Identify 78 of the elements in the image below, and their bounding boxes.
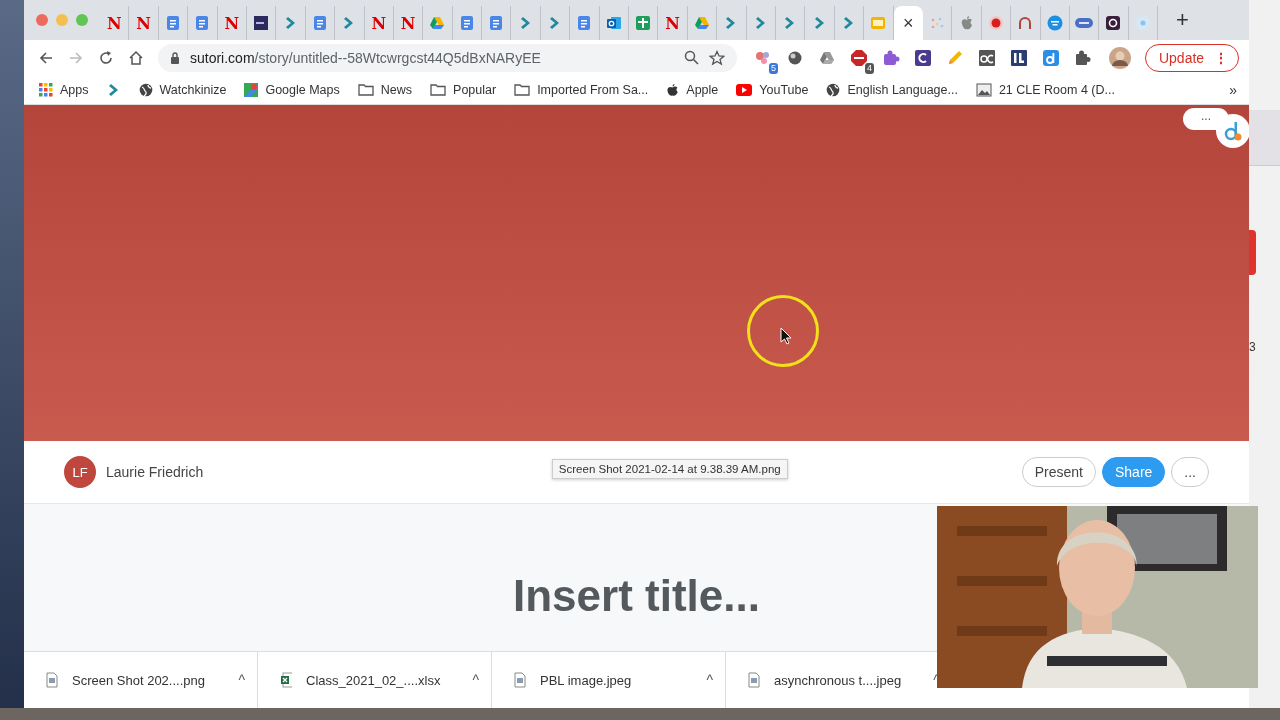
- author-avatar: LF: [64, 456, 96, 488]
- mail-icon: [605, 15, 622, 31]
- arch-icon: [1017, 15, 1034, 31]
- options-button[interactable]: ...: [1171, 457, 1209, 487]
- triangle-logo-icon: [429, 15, 446, 31]
- square-icon: [253, 15, 270, 31]
- bookmark[interactable]: Google Maps: [244, 82, 340, 97]
- bookmark[interactable]: YouTube: [736, 82, 809, 97]
- zoom-icon[interactable]: [683, 50, 699, 65]
- document-icon: [576, 15, 593, 31]
- zoom-window-button[interactable]: [76, 14, 88, 26]
- slides-icon: [870, 15, 887, 31]
- bookmark[interactable]: Watchkinize: [138, 82, 227, 97]
- extension-icon[interactable]: [1215, 113, 1249, 149]
- file-icon: [748, 672, 760, 688]
- file-icon: [514, 672, 526, 688]
- globe-icon: [138, 82, 153, 97]
- circle-icon: [1134, 15, 1151, 31]
- folder-icon: [430, 83, 447, 96]
- letter-d-icon: [1041, 48, 1060, 67]
- new-tab-button[interactable]: +: [1172, 9, 1193, 31]
- spreadsheet-file-icon: [280, 672, 292, 688]
- spreadsheet-icon: [635, 15, 652, 31]
- home-icon[interactable]: [128, 49, 144, 66]
- image-icon: [975, 82, 992, 97]
- window-text: 3: [1249, 340, 1256, 354]
- play-icon: [736, 83, 753, 96]
- title-field[interactable]: Insert title...: [513, 570, 760, 622]
- browser-tab[interactable]: ×: [893, 6, 923, 40]
- letter-c-icon: [913, 48, 932, 67]
- record-icon: [987, 15, 1004, 31]
- folder-icon: [357, 83, 374, 96]
- bookmark[interactable]: News: [357, 82, 413, 97]
- apple-icon: [666, 82, 680, 97]
- close-window-button[interactable]: [36, 14, 48, 26]
- document-icon: [458, 15, 475, 31]
- circle-lines-icon: [1046, 15, 1063, 31]
- update-button[interactable]: Update ⋮: [1144, 43, 1239, 72]
- triangle-logo-icon: [694, 15, 710, 31]
- apps-grid-icon: [39, 82, 53, 97]
- forward-icon[interactable]: [68, 49, 84, 66]
- pill-icon: [1074, 15, 1095, 31]
- dots-icon: [929, 15, 946, 31]
- globe-icon: [826, 82, 841, 97]
- extension-badge: 4: [864, 62, 874, 74]
- bookmark[interactable]: Apps: [39, 82, 89, 97]
- map-icon: [244, 82, 259, 97]
- reload-icon[interactable]: [98, 49, 114, 66]
- back-icon[interactable]: [38, 49, 54, 66]
- profile-avatar[interactable]: [1108, 46, 1131, 69]
- star-icon[interactable]: [708, 49, 725, 66]
- address-field[interactable]: sutori.com/story/untitled--58Wtcwrgcst44Q5dBxNARyEE: [158, 43, 737, 72]
- q-icon: [1105, 15, 1122, 31]
- bookmark[interactable]: English Language...: [826, 82, 958, 97]
- author-name: Laurie Friedrich: [106, 464, 204, 480]
- extensions-icon: [1073, 48, 1092, 67]
- puzzle-icon: [881, 48, 900, 67]
- document-icon: [488, 15, 505, 31]
- bookmark[interactable]: 21 CLE Room 4 (D...: [975, 82, 1115, 97]
- stop-icon: [849, 48, 868, 67]
- caret-icon[interactable]: ^: [706, 672, 713, 688]
- lock-icon: [170, 51, 180, 64]
- ec-icon: [977, 48, 996, 67]
- il-icon: [1009, 48, 1028, 67]
- file-icon: [46, 672, 58, 688]
- bookmark[interactable]: Apple: [666, 82, 719, 97]
- extension-badge: 5: [768, 62, 778, 74]
- bookmark[interactable]: Imported From Sa...: [514, 82, 649, 97]
- document-icon: [311, 15, 328, 31]
- caret-icon[interactable]: ^: [238, 672, 245, 688]
- more-bookmarks-button[interactable]: »: [1229, 81, 1237, 98]
- folder-icon: [514, 83, 531, 96]
- document-icon: [194, 15, 211, 31]
- tooltip: Screen Shot 2021-02-14 at 9.38.39 AM.png: [551, 459, 788, 479]
- present-button[interactable]: Present: [1021, 457, 1096, 487]
- caret-icon[interactable]: ^: [472, 672, 479, 688]
- bookmark[interactable]: Popular: [430, 82, 497, 97]
- document-icon: [164, 15, 181, 31]
